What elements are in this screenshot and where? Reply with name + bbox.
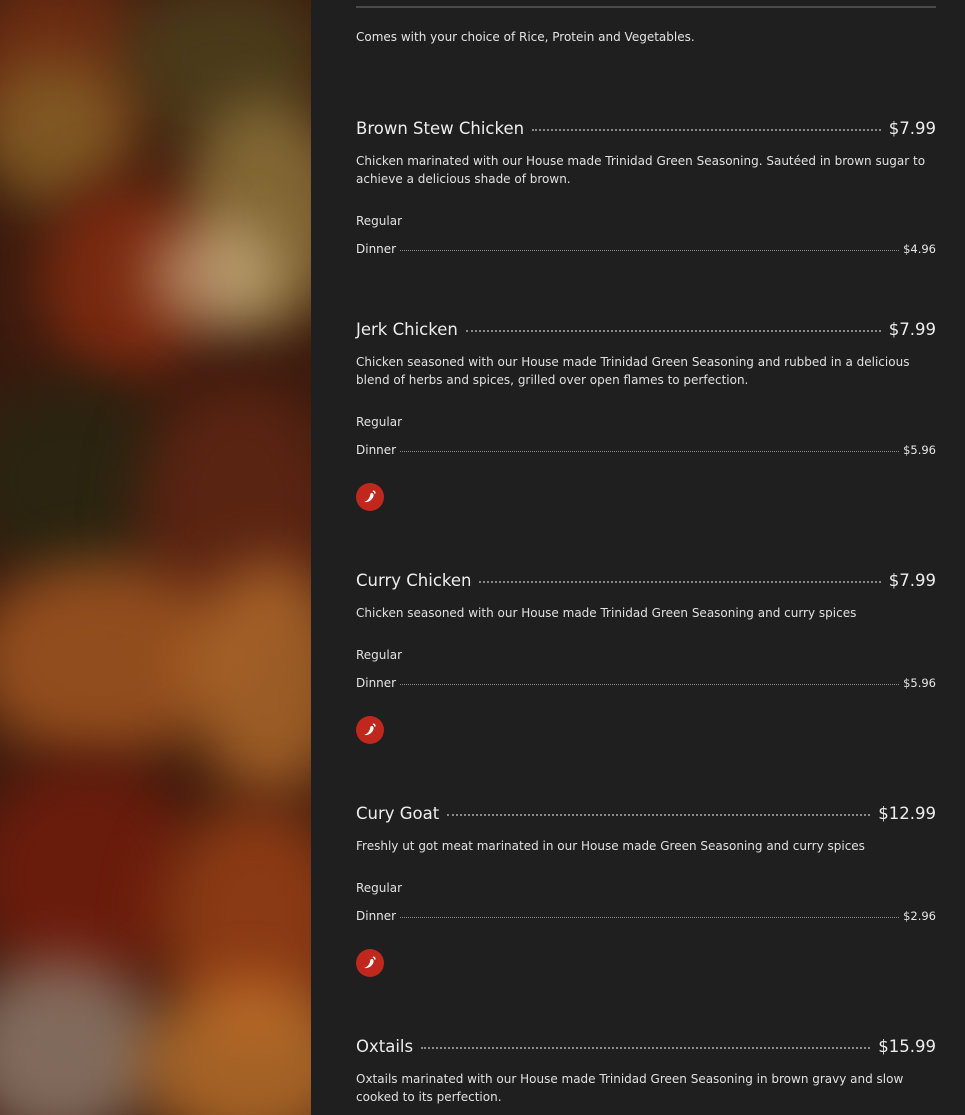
section-intro: Comes with your choice of Rice, Protein … — [356, 30, 695, 44]
size-label: Regular — [356, 648, 403, 662]
item-name: Cury Goat — [356, 804, 440, 823]
option-name: Dinner — [356, 909, 397, 923]
menu-item[interactable]: Curry Chicken $7.99 Chicken seasoned wit… — [356, 571, 936, 744]
size-label: Regular — [356, 214, 403, 228]
dot-leader — [532, 129, 881, 131]
option-name: Dinner — [356, 242, 397, 256]
item-price: $12.99 — [878, 804, 936, 823]
chili-pepper-icon — [356, 483, 384, 511]
item-description: Chicken seasoned with our House made Tri… — [356, 606, 857, 620]
size-option: Dinner $5.96 — [356, 676, 936, 690]
menu-item[interactable]: Cury Goat $12.99 Freshly ut got meat mar… — [356, 804, 936, 977]
item-price: $7.99 — [888, 320, 936, 339]
dot-leader — [421, 1047, 871, 1049]
option-price: $4.96 — [903, 242, 936, 256]
size-label: Regular — [356, 881, 403, 895]
option-name: Dinner — [356, 443, 397, 457]
dot-leader — [400, 684, 900, 685]
section-divider — [356, 6, 936, 8]
food-photo — [0, 0, 311, 1115]
dot-leader — [447, 814, 871, 816]
option-price: $2.96 — [903, 909, 936, 923]
item-name: Curry Chicken — [356, 571, 472, 590]
item-description: Chicken marinated with our House made Tr… — [356, 154, 926, 186]
item-price: $15.99 — [878, 1037, 936, 1056]
menu-item[interactable]: Oxtails $15.99 Oxtails marinated with ou… — [356, 1037, 936, 1106]
item-name: Brown Stew Chicken — [356, 119, 525, 138]
size-option: Dinner $4.96 — [356, 242, 936, 256]
menu-item[interactable]: Jerk Chicken $7.99 Chicken seasoned with… — [356, 320, 936, 511]
item-description: Freshly ut got meat marinated in our Hou… — [356, 839, 865, 853]
size-option: Dinner $5.96 — [356, 443, 936, 457]
dot-leader — [479, 581, 881, 583]
item-description: Oxtails marinated with our House made Tr… — [356, 1072, 904, 1104]
dot-leader — [400, 451, 900, 452]
item-description: Chicken seasoned with our House made Tri… — [356, 355, 910, 387]
dot-leader — [400, 917, 900, 918]
chili-pepper-icon — [356, 716, 384, 744]
item-price: $7.99 — [888, 571, 936, 590]
item-name: Oxtails — [356, 1037, 414, 1056]
size-option: Dinner $2.96 — [356, 909, 936, 923]
item-name: Jerk Chicken — [356, 320, 458, 339]
chili-pepper-icon — [356, 949, 384, 977]
dot-leader — [400, 250, 900, 251]
dot-leader — [465, 330, 881, 332]
size-label: Regular — [356, 415, 403, 429]
option-price: $5.96 — [903, 443, 936, 457]
option-price: $5.96 — [903, 676, 936, 690]
option-name: Dinner — [356, 676, 397, 690]
menu-item[interactable]: Brown Stew Chicken $7.99 Chicken marinat… — [356, 119, 936, 256]
item-price: $7.99 — [888, 119, 936, 138]
